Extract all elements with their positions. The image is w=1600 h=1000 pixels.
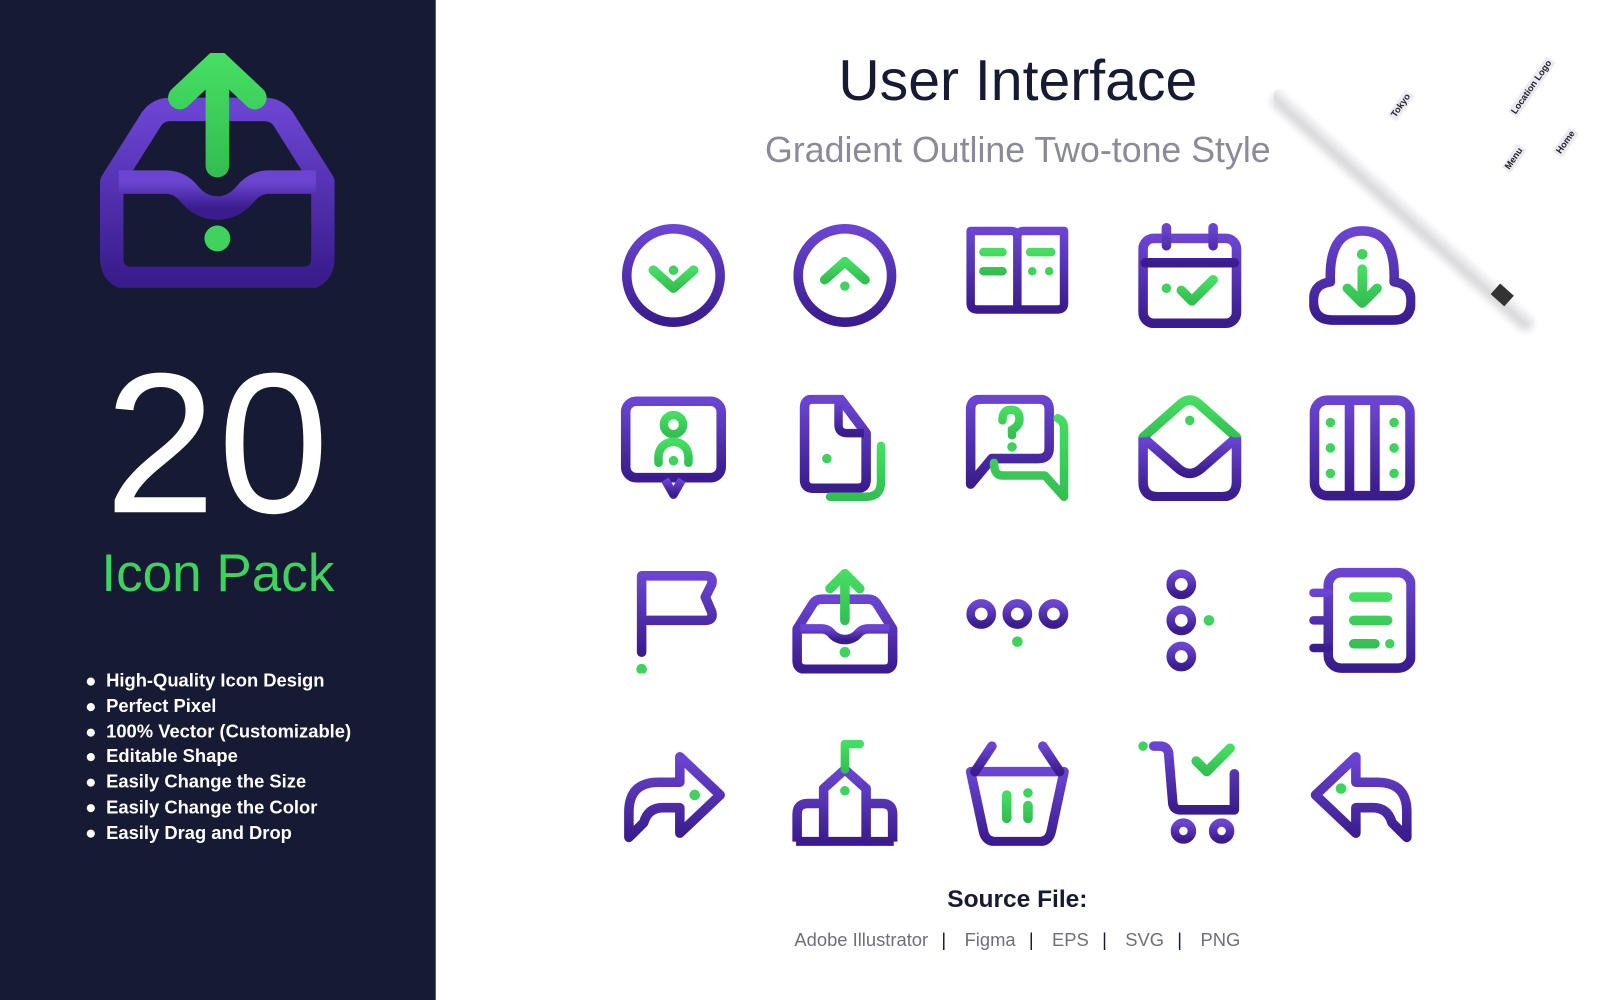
dots-vertical-icon [1166,569,1215,672]
left-panel: 20 Icon Pack High-Quality Icon Design Pe… [0,0,436,1000]
open-envelope-icon [1138,395,1242,502]
tablet-label: Menu [1501,143,1527,174]
format-label: PNG [1200,929,1241,950]
basket-icon [965,741,1069,846]
feature-item: High-Quality Icon Design [86,668,351,693]
feature-item: Easily Change the Size [86,770,351,795]
notebook-list-icon [1309,567,1416,673]
forward-arrow-icon [624,751,725,843]
format-label: Adobe Illustrator [794,929,929,950]
tablet-label: Home [1552,127,1579,158]
chat-question-icon [965,394,1069,502]
circle-chevron-up-icon [793,224,897,327]
page-subtitle: Gradient Outline Two-tone Style [765,130,1271,171]
feature-item: Perfect Pixel [86,694,351,719]
columns-icon [1309,395,1415,501]
cloud-download-icon [1309,226,1416,325]
reply-arrow-icon [1310,751,1412,843]
tablet-label: Location Logo [1507,56,1556,119]
inbox-upload-icon [99,53,335,288]
circle-chevron-down-icon [621,224,725,327]
format-label: SVG [1125,929,1165,950]
calendar-check-icon [1138,222,1242,329]
inbox-upload-icon [792,568,898,674]
format-label: EPS [1052,929,1089,950]
cart-check-icon [1138,741,1240,844]
presentation-user-icon [620,396,726,499]
feature-item: 100% Vector (Customizable) [86,719,351,744]
format-separator: | [1028,929,1034,950]
tablet-frame [1423,0,1600,182]
tablet-label: Tokyo [1387,89,1415,122]
home-flag-icon [792,739,898,846]
flag-icon [636,571,717,674]
tablet-screen [1443,0,1600,162]
open-book-icon [966,226,1069,327]
feature-item: Editable Shape [86,744,351,769]
source-file-title: Source File: [947,885,1088,914]
feature-item: Easily Drag and Drop [86,820,351,845]
source-format-list: Adobe Illustrator | Figma | EPS | SVG | PNG [711,930,1323,951]
format-separator: | [941,929,947,950]
format-separator: | [1177,929,1183,950]
file-copy-icon [799,394,886,502]
promo-canvas: 20 Icon Pack High-Quality Icon Design Pe… [0,0,1600,1000]
icon-count: 20 [104,331,332,556]
format-separator: | [1102,929,1107,950]
format-label: Figma [964,929,1016,950]
page-title: User Interface [838,47,1198,113]
dots-horizontal-icon [966,599,1069,647]
feature-list: High-Quality Icon Design Perfect Pixel 1… [86,668,351,845]
icon-pack-label: Icon Pack [101,543,335,604]
feature-item: Easily Change the Color [86,795,351,820]
